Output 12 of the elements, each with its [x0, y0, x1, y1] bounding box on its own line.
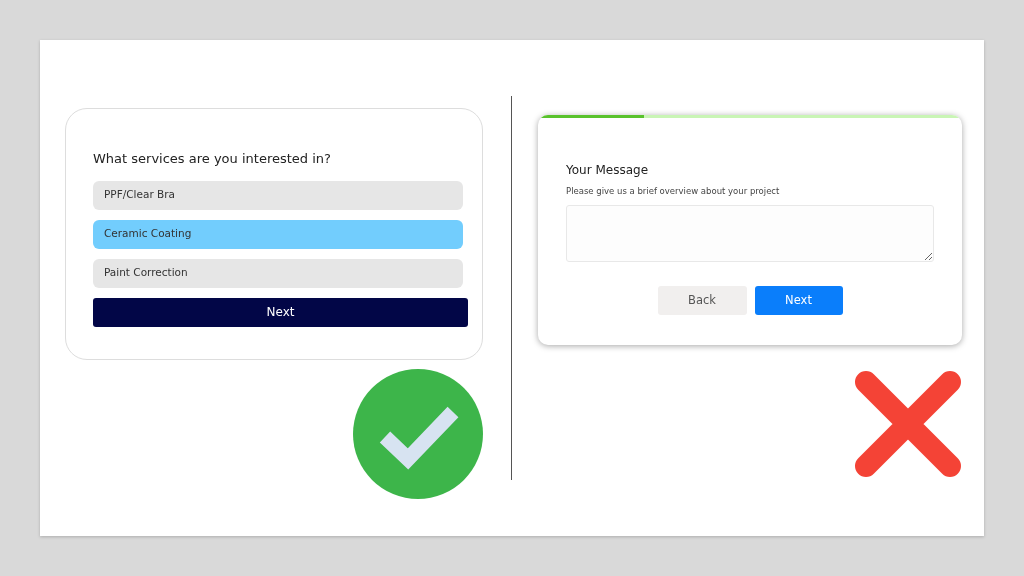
option-button[interactable]: PPF/Clear Bra — [93, 180, 463, 210]
option-button[interactable]: Paint Correction — [93, 258, 463, 288]
next-button[interactable]: Next — [754, 285, 843, 315]
message-field[interactable] — [566, 204, 934, 262]
question-text: What services are you interested in? — [93, 150, 332, 168]
cross-icon — [854, 370, 962, 478]
back-button[interactable]: Back — [657, 285, 747, 315]
field-label: Your Message — [566, 162, 650, 179]
check-icon — [353, 369, 483, 499]
hint-text: Please give us a brief overview about your project — [566, 185, 781, 198]
option-button[interactable]: Ceramic Coating — [93, 219, 463, 249]
next-button[interactable]: Next — [93, 297, 468, 327]
